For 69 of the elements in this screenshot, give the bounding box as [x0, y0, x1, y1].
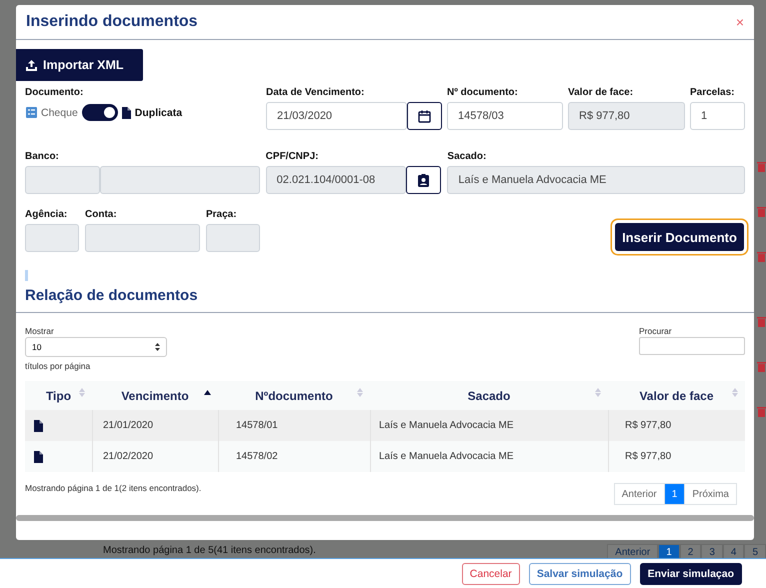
table-cell: R$ 977,80	[625, 451, 672, 462]
field-label: Praça:	[206, 209, 238, 220]
section-title: Relação de documentos	[25, 287, 199, 304]
caret-icon	[155, 343, 160, 351]
column-header[interactable]: Vencimento	[121, 388, 189, 402]
table-cell: 21/01/2020	[103, 420, 154, 431]
field-label: Agência:	[25, 209, 68, 220]
sort-icon	[732, 388, 738, 397]
sort-icon	[595, 388, 601, 397]
insert-document-button[interactable]: Inserir Documento	[615, 223, 744, 251]
column-header[interactable]: Sacado	[468, 388, 510, 402]
document-icon	[34, 420, 43, 432]
field-label: Documento:	[25, 87, 84, 98]
pagination-button[interactable]: 1	[658, 544, 680, 558]
field-label: Conta:	[85, 209, 118, 220]
field-label: CPF/CNPJ:	[266, 151, 320, 162]
page-summary: Mostrando página 1 de 1(2 itens encontrados).	[25, 483, 202, 493]
table-cell: R$ 977,80	[625, 420, 672, 431]
show-label: Mostrar	[25, 326, 55, 336]
option-label: Cheque	[41, 106, 78, 118]
page-size-select[interactable]: 10	[25, 337, 167, 357]
table-cell: 14578/02	[236, 451, 278, 462]
field-label: Parcelas:	[690, 87, 736, 98]
table-cell: 21/02/2020	[103, 451, 154, 462]
trash-icon[interactable]	[757, 250, 766, 262]
contact-card-icon	[418, 174, 430, 186]
trash-icon[interactable]	[757, 405, 766, 417]
field-label: Banco:	[25, 151, 60, 162]
save-button[interactable]: Salvar simulação	[528, 562, 631, 584]
input-field[interactable]: 21/03/2020	[266, 102, 407, 130]
sort-icon	[79, 388, 85, 397]
trash-icon[interactable]	[757, 315, 766, 327]
list-icon	[26, 107, 37, 118]
import-button[interactable]: Importar XML	[16, 49, 143, 81]
option-label: Duplicata	[134, 106, 182, 118]
upload-icon	[26, 60, 37, 70]
input-field[interactable]: 14578/03	[447, 102, 563, 130]
calendar-icon	[418, 110, 431, 122]
modal-title: Inserindo documentos	[26, 13, 198, 31]
trash-icon[interactable]	[757, 360, 766, 372]
document-type-toggle[interactable]	[82, 104, 118, 121]
page-summary: Mostrando página 1 de 5(41 itens encontrados).	[103, 545, 317, 557]
per-page-label: títulos por página	[25, 361, 92, 371]
input-field[interactable]: 1	[690, 102, 745, 130]
date-picker-button[interactable]	[407, 102, 442, 130]
table-cell: Laís e Manuela Advocacia ME	[379, 451, 514, 462]
column-header[interactable]: Valor de face	[639, 388, 714, 402]
table-cell: 14578/01	[236, 420, 278, 431]
column-header[interactable]: Tipo	[46, 388, 72, 402]
pagination-button[interactable]: Anterior	[614, 483, 665, 505]
search-field[interactable]	[639, 337, 745, 355]
field-label: Data de Vencimento:	[266, 87, 366, 98]
field-label: Nº documento:	[447, 87, 519, 98]
table-cell: Laís e Manuela Advocacia ME	[379, 420, 514, 431]
pagination-button[interactable]: Próxima	[684, 483, 737, 505]
cancel-button[interactable]: Cancelar	[462, 562, 520, 584]
field-label: Sacado:	[447, 151, 488, 162]
pagination-button[interactable]: 1	[664, 483, 686, 505]
search-label: Procurar	[639, 326, 673, 336]
field-label: Valor de face:	[568, 87, 634, 98]
sort-icon	[357, 388, 363, 397]
sort-ascending-icon	[204, 390, 211, 395]
document-icon	[34, 450, 43, 462]
trash-icon[interactable]	[757, 205, 766, 217]
column-header[interactable]: Nºdocumento	[255, 388, 333, 402]
send-button[interactable]: Enviar simulaçao	[640, 562, 742, 584]
trash-icon[interactable]	[757, 160, 766, 172]
scrollbar[interactable]	[16, 515, 754, 521]
document-icon	[122, 106, 131, 118]
